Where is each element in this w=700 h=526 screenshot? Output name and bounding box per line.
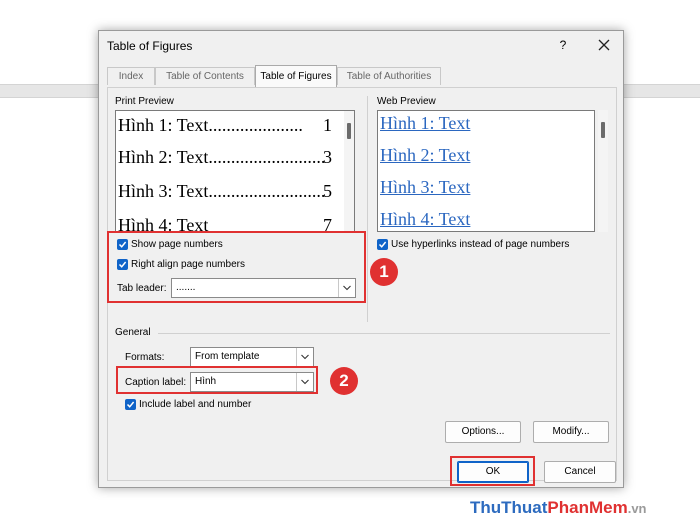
entry-page: 3 — [323, 147, 332, 167]
print-preview-scrollbar[interactable] — [344, 111, 354, 231]
print-preview-entry: Hình 4: Text 7 — [118, 215, 332, 232]
highlight-box-ok — [450, 456, 535, 486]
annotation-badge-2: 2 — [330, 367, 358, 395]
check-icon — [378, 241, 387, 248]
modify-button[interactable]: Modify... — [533, 421, 609, 443]
entry-dots: .......................... — [208, 147, 326, 167]
entry-text: Hình 2: Text — [118, 147, 209, 167]
entry-page: 7 — [323, 215, 332, 232]
web-preview-link[interactable]: Hình 2: Text — [380, 145, 470, 166]
web-preview-link[interactable]: Hình 4: Text — [380, 209, 470, 230]
entry-text: Hình 4: Text — [118, 215, 209, 232]
entry-dots: ..................... — [208, 115, 303, 135]
print-preview-entry: Hình 2: Text.......................... 3 — [118, 147, 332, 168]
print-preview-entry: Hình 3: Text.......................... 5 — [118, 181, 332, 202]
web-preview-link[interactable]: Hình 3: Text — [380, 177, 470, 198]
use-hyperlinks-label: Use hyperlinks instead of page numbers — [391, 239, 570, 250]
use-hyperlinks-checkbox[interactable] — [377, 239, 388, 250]
vertical-divider — [367, 96, 368, 322]
highlight-box-2 — [116, 366, 318, 394]
entry-page: 1 — [323, 115, 332, 135]
include-label-checkbox[interactable] — [125, 399, 136, 410]
watermark: ThuThuatPhanMem.vn — [470, 498, 647, 518]
close-button[interactable] — [595, 36, 613, 54]
highlight-box-1 — [107, 231, 366, 303]
general-divider — [158, 333, 610, 334]
watermark-part3: .vn — [627, 501, 647, 516]
chevron-down-icon — [301, 354, 309, 360]
entry-dots: .......................... — [208, 181, 326, 201]
print-preview-box: Hình 1: Text..................... 1 Hình … — [115, 110, 355, 232]
watermark-part1: ThuThuat — [470, 498, 548, 517]
close-icon — [598, 39, 610, 51]
web-preview-scrollbar[interactable] — [598, 110, 608, 232]
web-preview-link[interactable]: Hình 1: Text — [380, 113, 470, 134]
watermark-part2: PhanMem — [547, 498, 628, 517]
print-preview-entry: Hình 1: Text..................... 1 — [118, 115, 332, 136]
help-button[interactable]: ? — [555, 37, 571, 53]
tab-table-of-contents[interactable]: Table of Contents — [155, 67, 255, 85]
formats-select[interactable]: From template — [190, 347, 314, 367]
cancel-button[interactable]: Cancel — [544, 461, 616, 483]
entry-text: Hình 1: Text — [118, 115, 209, 135]
dropdown-arrow[interactable] — [296, 348, 313, 366]
formats-value: From template — [195, 351, 260, 362]
web-preview-box: Hình 1: Text Hình 2: Text Hình 3: Text H… — [377, 110, 595, 232]
options-button[interactable]: Options... — [445, 421, 521, 443]
dialog-title: Table of Figures — [107, 39, 193, 53]
entry-text: Hình 3: Text — [118, 181, 209, 201]
general-section-label: General — [115, 327, 151, 338]
scrollbar-thumb[interactable] — [347, 123, 351, 139]
tab-index[interactable]: Index — [107, 67, 155, 85]
formats-label: Formats: — [125, 352, 165, 363]
include-label-label: Include label and number — [139, 399, 252, 410]
print-preview-label: Print Preview — [115, 96, 174, 107]
tab-table-of-authorities[interactable]: Table of Authorities — [337, 67, 441, 85]
check-icon — [126, 401, 135, 408]
tab-table-of-figures[interactable]: Table of Figures — [255, 65, 337, 87]
entry-page: 5 — [323, 181, 332, 201]
annotation-badge-1: 1 — [370, 258, 398, 286]
web-preview-label: Web Preview — [377, 96, 436, 107]
scrollbar-thumb[interactable] — [601, 122, 605, 138]
